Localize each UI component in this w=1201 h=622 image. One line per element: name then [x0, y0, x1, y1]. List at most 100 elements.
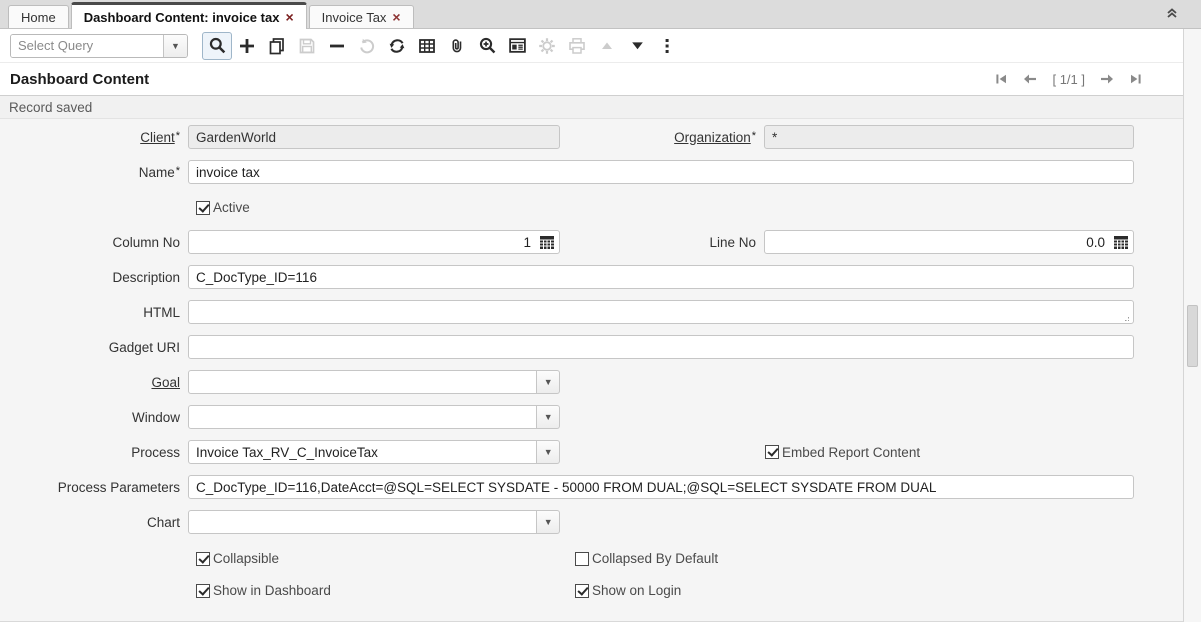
chevron-down-icon[interactable]: ▼	[537, 370, 560, 394]
chart-label: Chart	[0, 515, 188, 530]
report-button[interactable]	[502, 32, 532, 60]
line-no-field[interactable]	[764, 230, 1134, 254]
column-no-label: Column No	[0, 235, 188, 250]
collapsed-by-default-checkbox[interactable]: Collapsed By Default	[575, 551, 718, 566]
process-button[interactable]	[532, 32, 562, 60]
plus-icon	[238, 37, 256, 55]
zoom-in-icon	[478, 36, 497, 55]
record-indicator: [ 1/1 ]	[1052, 72, 1085, 87]
detail-record-button[interactable]	[622, 32, 652, 60]
form-row: Description	[0, 265, 1183, 289]
gadget-uri-field[interactable]	[188, 335, 1134, 359]
calculator-button[interactable]	[537, 233, 557, 251]
tab-label: Dashboard Content: invoice tax	[84, 10, 280, 25]
parent-record-button[interactable]	[592, 32, 622, 60]
status-message: Record saved	[9, 100, 92, 115]
form-row: Process Parameters	[0, 475, 1183, 499]
page-title: Dashboard Content	[10, 71, 149, 88]
line-no-label: Line No	[560, 235, 764, 250]
checkbox-icon	[765, 445, 779, 459]
checkbox-icon	[575, 584, 589, 598]
scrollbar-thumb[interactable]	[1187, 305, 1198, 367]
process-parameters-field[interactable]	[188, 475, 1134, 499]
calculator-button[interactable]	[1111, 233, 1131, 251]
print-button[interactable]	[562, 32, 592, 60]
record-navigation: [ 1/1 ]	[994, 72, 1143, 87]
description-label: Description	[0, 270, 188, 285]
process-label: Process	[0, 445, 188, 460]
status-bar: Record saved	[0, 96, 1201, 119]
description-field[interactable]	[188, 265, 1134, 289]
tab-bar: Home Dashboard Content: invoice tax × In…	[0, 0, 1201, 29]
zoom-across-button[interactable]	[472, 32, 502, 60]
previous-record-button[interactable]	[1022, 72, 1038, 86]
tab-label: Invoice Tax	[322, 10, 387, 25]
save-icon	[298, 37, 316, 55]
dashboard-content-form: Client Organization Name Active Column N…	[0, 119, 1183, 598]
tab-dashboard-content[interactable]: Dashboard Content: invoice tax ×	[71, 2, 307, 29]
toolbar: ▼	[0, 29, 1201, 63]
save-button[interactable]	[292, 32, 322, 60]
form-row: Chart ▼	[0, 510, 1183, 534]
show-in-dashboard-checkbox[interactable]: Show in Dashboard	[196, 583, 575, 598]
select-query-input[interactable]	[11, 35, 163, 57]
collapse-panel-button[interactable]	[1165, 6, 1179, 25]
close-icon[interactable]: ×	[392, 11, 400, 23]
chevron-down-icon[interactable]: ▼	[537, 510, 560, 534]
collapsible-checkbox[interactable]: Collapsible	[196, 551, 575, 566]
html-field[interactable]	[188, 300, 1134, 324]
active-checkbox[interactable]: Active	[196, 200, 250, 215]
window-field[interactable]	[188, 405, 537, 429]
undo-button[interactable]	[352, 32, 382, 60]
gear-icon	[538, 37, 556, 55]
delete-record-button[interactable]	[322, 32, 352, 60]
new-record-button[interactable]	[232, 32, 262, 60]
attachment-button[interactable]	[442, 32, 472, 60]
form-row: Active	[0, 200, 1183, 215]
copy-record-button[interactable]	[262, 32, 292, 60]
organization-label[interactable]: Organization	[560, 130, 764, 145]
calculator-icon	[1113, 235, 1129, 250]
form-row: Window ▼	[0, 405, 1183, 429]
skip-first-icon	[994, 72, 1008, 86]
column-no-field[interactable]	[188, 230, 560, 254]
checkbox-icon	[575, 552, 589, 566]
form-row: Column No Line No	[0, 230, 1183, 254]
tab-invoice-tax[interactable]: Invoice Tax ×	[309, 5, 414, 28]
html-label: HTML	[0, 305, 188, 320]
goal-label[interactable]: Goal	[0, 375, 188, 390]
chevron-down-icon[interactable]: ▼	[537, 440, 560, 464]
chevron-down-icon[interactable]: ▼	[537, 405, 560, 429]
chart-field[interactable]	[188, 510, 537, 534]
find-record-button[interactable]	[202, 32, 232, 60]
calculator-icon	[539, 235, 555, 250]
next-record-button[interactable]	[1099, 72, 1115, 86]
name-field[interactable]	[188, 160, 1134, 184]
arrow-right-icon	[1099, 72, 1115, 86]
form-row: Process ▼ Embed Report Content	[0, 440, 1183, 464]
close-icon[interactable]: ×	[285, 11, 293, 23]
title-bar: Dashboard Content [ 1/1 ]	[0, 63, 1201, 96]
last-record-button[interactable]	[1129, 72, 1143, 86]
form-row: Goal ▼	[0, 370, 1183, 394]
tab-home[interactable]: Home	[8, 5, 69, 28]
process-field[interactable]	[188, 440, 537, 464]
chevron-down-icon[interactable]: ▼	[163, 35, 187, 57]
more-options-button[interactable]	[652, 32, 682, 60]
vertical-scrollbar[interactable]	[1183, 29, 1201, 622]
first-record-button[interactable]	[994, 72, 1008, 86]
grid-toggle-button[interactable]	[412, 32, 442, 60]
organization-field	[764, 125, 1134, 149]
client-label[interactable]: Client	[0, 130, 188, 145]
form-row: Client Organization	[0, 125, 1183, 149]
triangle-down-icon	[629, 37, 646, 54]
embed-report-content-checkbox[interactable]: Embed Report Content	[765, 445, 920, 460]
refresh-icon	[388, 37, 406, 55]
chevron-double-up-icon	[1165, 6, 1179, 20]
goal-field[interactable]	[188, 370, 537, 394]
show-on-login-checkbox[interactable]: Show on Login	[575, 583, 681, 598]
arrow-left-icon	[1022, 72, 1038, 86]
triangle-up-icon	[599, 38, 615, 54]
refresh-button[interactable]	[382, 32, 412, 60]
form-row: Name	[0, 160, 1183, 184]
